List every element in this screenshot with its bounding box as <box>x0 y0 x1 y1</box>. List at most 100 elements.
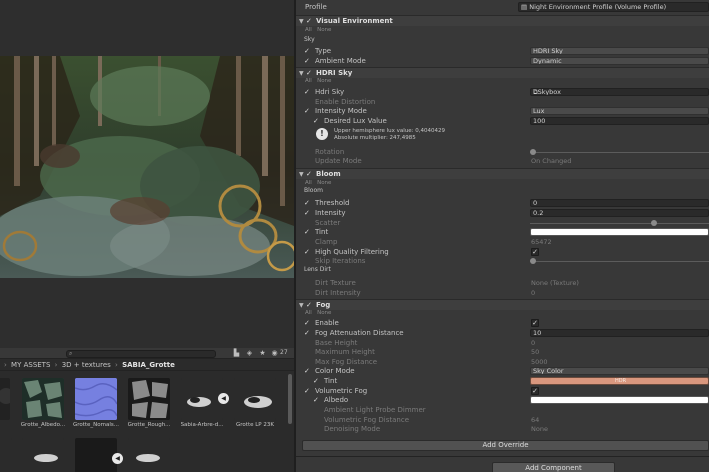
visibility-eye-icon[interactable]: ◉ <box>270 349 279 358</box>
override-checkbox[interactable]: ✓ <box>304 209 312 217</box>
override-checkbox[interactable] <box>304 238 312 246</box>
override-checkbox[interactable]: ✓ <box>304 329 312 337</box>
all-none-toggle[interactable]: All None <box>305 308 331 318</box>
override-checkbox[interactable]: ✓ <box>313 377 321 385</box>
max-height-value[interactable]: 50 <box>531 347 539 357</box>
profile-row: Profile ▤ Night Environment Profile (Vol… <box>296 0 709 14</box>
override-checkbox[interactable] <box>313 416 321 424</box>
override-checkbox[interactable]: ✓ <box>304 228 312 236</box>
asset-thumbnail-albedo[interactable] <box>22 378 64 420</box>
asset-thumbnail-model[interactable] <box>75 438 117 472</box>
override-checkbox[interactable]: ✓ <box>304 367 312 375</box>
albedo-color-swatch[interactable] <box>530 396 709 404</box>
asset-thumbnail-model[interactable] <box>181 378 223 420</box>
all-none-toggle[interactable]: All None <box>305 76 331 86</box>
bloom-tint-color-swatch[interactable] <box>530 228 709 236</box>
override-checkbox[interactable]: ✓ <box>304 107 312 115</box>
sky-type-dropdown[interactable]: HDRI Sky <box>530 47 709 55</box>
property-row: Dirt Intensity 0 <box>296 288 709 298</box>
breadcrumb-item[interactable]: SABIA_Grotte <box>122 361 175 369</box>
favorite-star-icon[interactable]: ★ <box>258 349 267 358</box>
none-link[interactable]: None <box>317 27 331 33</box>
slider-knob[interactable] <box>530 258 536 264</box>
color-mode-dropdown[interactable]: Sky Color <box>530 367 709 375</box>
project-search-input[interactable]: ⌕ <box>66 350 216 358</box>
override-checkbox[interactable]: ✓ <box>304 88 312 96</box>
fog-attenuation-input[interactable]: 10 <box>530 329 709 337</box>
override-checkbox[interactable]: ✓ <box>304 319 312 327</box>
asset-thumbnail-model[interactable] <box>22 438 64 472</box>
info-line: Absolute multiplier: 247,4985 <box>334 135 416 141</box>
override-checkbox[interactable] <box>304 257 312 265</box>
asset-thumbnail-normals[interactable] <box>75 378 117 420</box>
fog-tint-color-swatch[interactable]: HDR <box>530 377 709 385</box>
preview-play-icon[interactable]: ◀ <box>218 393 229 404</box>
breadcrumb-arrow-icon: › <box>115 361 118 369</box>
profile-object-field[interactable]: ▤ Night Environment Profile (Volume Prof… <box>518 2 709 12</box>
clamp-value[interactable]: 65472 <box>531 237 552 247</box>
asset-thumbnail-model[interactable] <box>0 438 12 472</box>
intensity-mode-dropdown[interactable]: Lux <box>530 107 709 115</box>
asset-thumbnail-model[interactable] <box>234 378 276 420</box>
override-checkbox[interactable] <box>304 148 312 156</box>
asset-thumbnail[interactable] <box>0 378 10 420</box>
asset-thumbnail-roughness[interactable] <box>128 378 170 420</box>
override-checkbox[interactable]: ✓ <box>304 248 312 256</box>
fog-enable-checkbox[interactable]: ✓ <box>531 319 539 327</box>
search-icon: ⌕ <box>69 350 73 357</box>
override-checkbox[interactable] <box>304 348 312 356</box>
filter-by-type-icon[interactable]: ▙ <box>232 349 241 358</box>
dropdown-value: Lux <box>533 107 545 115</box>
dirt-texture-field[interactable]: None (Texture) <box>531 278 579 288</box>
all-link[interactable]: All <box>305 310 312 316</box>
override-checkbox[interactable] <box>313 425 321 433</box>
update-mode-dropdown[interactable]: On Changed <box>531 156 571 166</box>
high-quality-filtering-checkbox[interactable]: ✓ <box>531 248 539 256</box>
skip-iterations-slider[interactable] <box>530 261 709 262</box>
slider-knob[interactable] <box>651 220 658 226</box>
override-checkbox[interactable]: ✓ <box>313 396 321 404</box>
all-link[interactable]: All <box>305 27 312 33</box>
override-checkbox[interactable]: ✓ <box>304 387 312 395</box>
override-checkbox[interactable] <box>304 219 312 227</box>
bloom-intensity-input[interactable]: 0.2 <box>530 209 709 217</box>
ambient-mode-dropdown[interactable]: Dynamic <box>530 57 709 65</box>
rotation-slider[interactable] <box>530 152 709 153</box>
scene-viewport[interactable] <box>0 56 294 278</box>
section-label: Sky <box>304 36 315 43</box>
override-checkbox[interactable] <box>304 98 312 106</box>
add-override-button[interactable]: Add Override <box>302 440 709 451</box>
override-checkbox[interactable] <box>304 358 312 366</box>
filter-by-label-icon[interactable]: ◈ <box>245 349 254 358</box>
slider-knob[interactable] <box>530 149 536 155</box>
override-checkbox[interactable] <box>313 406 321 414</box>
scrollbar-thumb[interactable] <box>288 374 292 424</box>
scatter-slider[interactable] <box>530 223 709 224</box>
project-scrollbar[interactable] <box>287 372 293 470</box>
threshold-input[interactable]: 0 <box>530 199 709 207</box>
dirt-intensity-field[interactable]: 0 <box>531 288 535 298</box>
all-link[interactable]: All <box>305 78 312 84</box>
hdri-sky-object-field[interactable]: ⧉Skybox <box>530 88 709 96</box>
add-component-button[interactable]: Add Component <box>492 462 615 472</box>
breadcrumb-item[interactable]: MY ASSETS <box>11 361 50 369</box>
none-link[interactable]: None <box>317 310 331 316</box>
preview-play-icon[interactable]: ◀ <box>112 453 123 464</box>
override-checkbox[interactable] <box>304 279 312 287</box>
desired-lux-input[interactable]: 100 <box>530 117 709 125</box>
volumetric-fog-checkbox[interactable]: ✓ <box>531 387 539 395</box>
none-link[interactable]: None <box>317 78 331 84</box>
override-checkbox[interactable]: ✓ <box>313 117 321 125</box>
override-checkbox[interactable] <box>304 339 312 347</box>
property-row: ✓ Fog Attenuation Distance 10 <box>296 328 709 338</box>
override-checkbox[interactable] <box>304 289 312 297</box>
asset-thumbnail-model[interactable] <box>128 438 170 472</box>
override-checkbox[interactable] <box>304 157 312 165</box>
breadcrumb-item[interactable]: 3D + textures <box>62 361 111 369</box>
breadcrumb: › MY ASSETS › 3D + textures › SABIA_Grot… <box>0 359 294 371</box>
override-checkbox[interactable]: ✓ <box>304 47 312 55</box>
override-checkbox[interactable]: ✓ <box>304 57 312 65</box>
override-checkbox[interactable]: ✓ <box>304 199 312 207</box>
all-none-toggle[interactable]: All None <box>305 25 331 35</box>
denoising-mode-dropdown[interactable]: None <box>531 424 548 434</box>
